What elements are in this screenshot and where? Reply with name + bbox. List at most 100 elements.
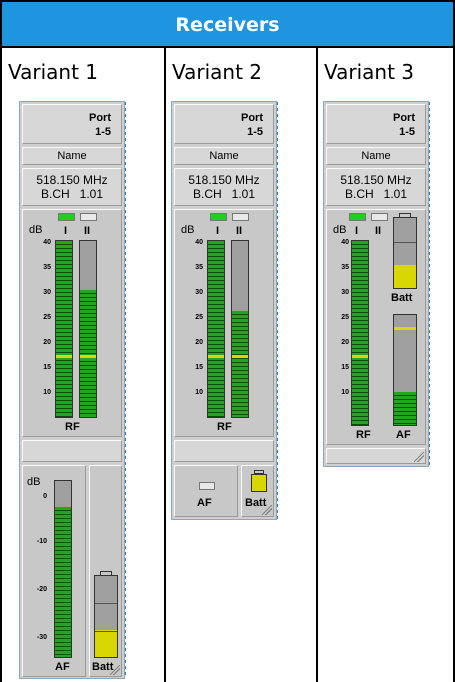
- receiver-panel-variant-3[interactable]: Port 1-5 Name 518.150 MHz B.CH 1.01 dB I …: [323, 101, 432, 467]
- channel-label: B.CH 1.01: [192, 187, 256, 201]
- frequency-label: 518.150 MHz: [340, 173, 412, 187]
- name-field[interactable]: Name: [22, 147, 122, 165]
- rf-bar-ch2-fill: [232, 311, 248, 417]
- db-label: dB: [29, 224, 43, 236]
- af-bar: [393, 314, 417, 426]
- af-bar-fill: [55, 507, 71, 657]
- af-tick: -10: [36, 538, 47, 545]
- rf-bar-ch1-fill: [208, 241, 224, 417]
- rf-tick: 35: [341, 264, 349, 271]
- spacer-box: [22, 440, 122, 462]
- name-field[interactable]: Name: [174, 147, 274, 165]
- rf-bar-ch1: [207, 240, 225, 418]
- diversity-indicator-2: [232, 213, 249, 221]
- batt-label: Batt: [391, 292, 413, 304]
- receivers-table: Receivers Variant 1 Variant 2 Variant 3 …: [0, 0, 455, 682]
- ch1-label: I: [64, 225, 68, 237]
- rf-label: RF: [65, 421, 80, 433]
- port-box[interactable]: Port 1-5: [174, 104, 274, 144]
- port-label: Port 1-5: [89, 112, 111, 138]
- port-label: Port 1-5: [241, 112, 263, 138]
- port-label: Port 1-5: [393, 112, 415, 138]
- battery-body: [393, 217, 417, 289]
- battery-segment-line: [95, 603, 117, 604]
- af-bar-fill: [394, 392, 416, 425]
- resize-grip-icon[interactable]: [414, 452, 424, 462]
- rf-tick: 30: [43, 289, 51, 296]
- rf-tick: 35: [43, 264, 51, 271]
- frequency-box[interactable]: 518.150 MHz B.CH 1.01: [174, 168, 274, 206]
- resize-grip-icon[interactable]: [262, 505, 272, 515]
- grid-line: [164, 46, 166, 682]
- rf-tick: 20: [341, 339, 349, 346]
- battery-segment-line: [394, 242, 416, 243]
- panel-edge: [277, 102, 280, 519]
- column-title-variant-2: Variant 2: [172, 60, 263, 84]
- rf-tick: 20: [43, 339, 51, 346]
- rf-tick: 15: [195, 364, 203, 371]
- diversity-indicator-1: [210, 213, 227, 221]
- rf-tick: 25: [195, 314, 203, 321]
- squelch-marker: [56, 355, 72, 358]
- resize-grip-icon[interactable]: [110, 665, 120, 675]
- rf-af-meter: dB I II 40 35 30 25 20 15 10 Batt RF AF: [326, 209, 426, 445]
- rf-bar-ch2: [231, 240, 249, 418]
- frequency-box[interactable]: 518.150 MHz B.CH 1.01: [22, 168, 122, 206]
- db-label: dB: [181, 224, 195, 236]
- rf-tick: 10: [43, 389, 51, 396]
- squelch-marker: [208, 355, 224, 358]
- receiver-panel-variant-2[interactable]: Port 1-5 Name 518.150 MHz B.CH 1.01 dB I …: [171, 101, 280, 520]
- squelch-marker: [80, 355, 96, 358]
- port-box[interactable]: Port 1-5: [22, 104, 122, 144]
- spacer-box: [326, 448, 426, 464]
- receiver-panel-variant-1[interactable]: Port 1-5 Name 518.150 MHz B.CH 1.01 dB I …: [19, 101, 128, 679]
- af-tick: 0: [43, 493, 47, 500]
- af-label: AF: [396, 429, 411, 441]
- ch2-label: II: [375, 225, 382, 237]
- rf-tick: 40: [195, 239, 203, 246]
- af-meter: dB 0 -10 -20 -30 AF: [22, 465, 86, 677]
- rf-tick: 10: [341, 389, 349, 396]
- rf-tick: 30: [195, 289, 203, 296]
- port-box[interactable]: Port 1-5: [326, 104, 426, 144]
- rf-meter: dB I II 40 35 30 25 20 15 10 RF: [174, 209, 274, 437]
- rf-bar: [351, 240, 369, 426]
- channel-label: B.CH 1.01: [40, 187, 104, 201]
- frequency-label: 518.150 MHz: [36, 173, 108, 187]
- af-bar: [54, 480, 72, 658]
- af-peak-marker: [394, 327, 416, 330]
- rf-tick: 20: [195, 339, 203, 346]
- frequency-box[interactable]: 518.150 MHz B.CH 1.01: [326, 168, 426, 206]
- column-title-variant-1: Variant 1: [8, 60, 99, 84]
- name-field[interactable]: Name: [326, 147, 426, 165]
- squelch-marker: [232, 355, 248, 358]
- af-tick: -30: [36, 634, 47, 641]
- af-tick: -20: [36, 586, 47, 593]
- db-label: dB: [333, 224, 347, 236]
- frequency-label: 518.150 MHz: [188, 173, 260, 187]
- column-title-variant-3: Variant 3: [324, 60, 415, 84]
- rf-tick: 15: [43, 364, 51, 371]
- rf-tick: 40: [43, 239, 51, 246]
- panel-edge: [125, 102, 128, 678]
- squelch-marker: [352, 355, 368, 358]
- rf-label: RF: [217, 421, 232, 433]
- ch2-label: II: [84, 225, 91, 237]
- af-meter-collapsed: AF: [174, 465, 238, 517]
- panel-edge: [429, 102, 432, 466]
- af-indicator: [199, 482, 215, 490]
- battery-segment-line: [95, 631, 117, 632]
- rf-tick: 40: [341, 239, 349, 246]
- rf-tick: 30: [341, 289, 349, 296]
- diversity-indicator-1: [349, 213, 366, 221]
- rf-bar-ch1: [55, 240, 73, 418]
- diversity-indicator-2: [80, 213, 97, 221]
- ch1-label: I: [355, 225, 359, 237]
- channel-label: B.CH 1.01: [344, 187, 408, 201]
- db-label: dB: [27, 476, 41, 488]
- rf-tick: 35: [195, 264, 203, 271]
- af-label: AF: [55, 661, 70, 673]
- battery-icon: [251, 474, 267, 492]
- battery-meter-collapsed: Batt: [241, 465, 274, 517]
- af-label: AF: [197, 497, 212, 509]
